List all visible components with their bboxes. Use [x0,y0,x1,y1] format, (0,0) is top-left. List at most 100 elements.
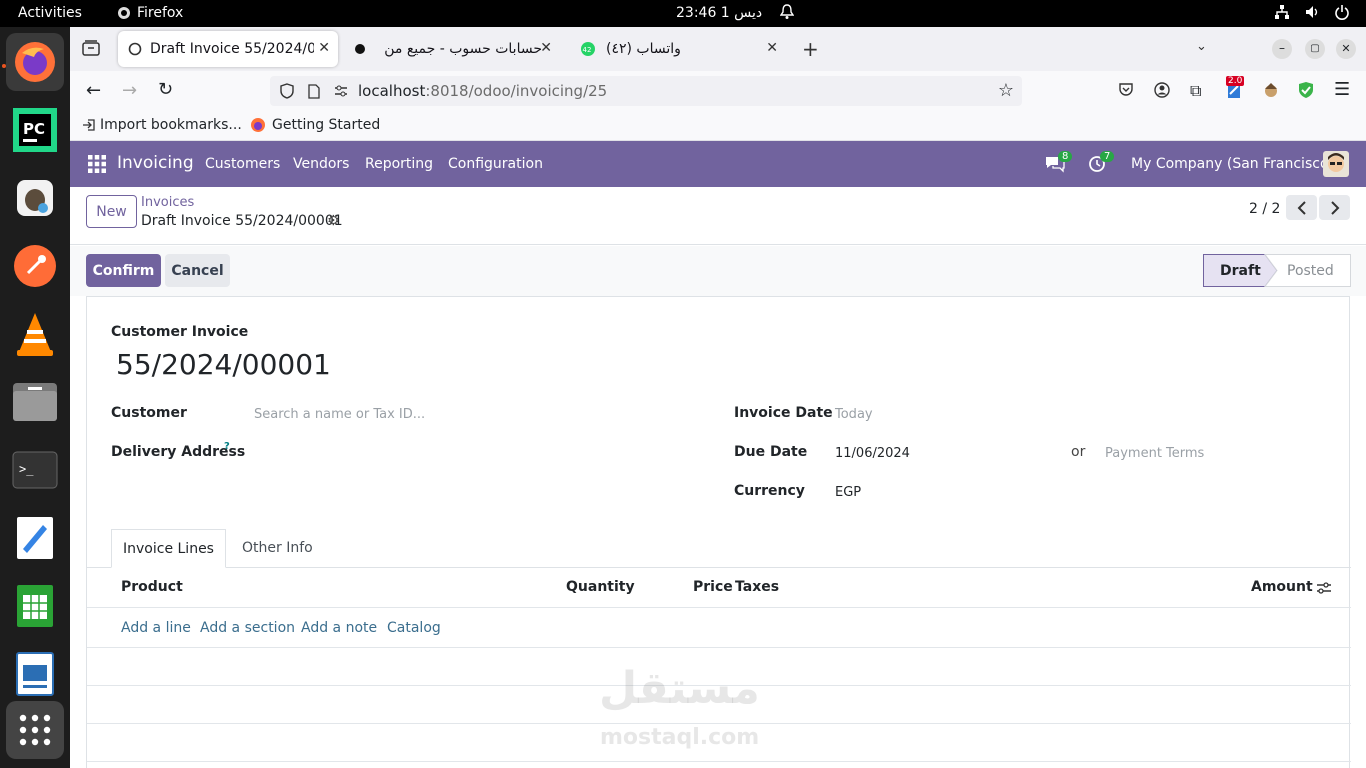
files-icon[interactable] [6,373,64,431]
menu-vendors[interactable]: Vendors [293,156,349,172]
extension-badge: 2.0 [1226,76,1245,86]
extensions-icon[interactable]: ⧉ [1190,81,1201,101]
tab-invoice-lines-label: Invoice Lines [123,540,214,557]
browser-tab-active[interactable]: Draft Invoice 55/2024/00 ✕ [118,31,338,67]
pocket-icon[interactable] [1118,82,1134,102]
browser-tab[interactable]: حسابات حسوب - جميع من ✕ [344,31,560,67]
bookmark-star-icon[interactable]: ☆ [998,80,1014,101]
shield-icon[interactable] [280,83,294,99]
table-row [87,647,1351,648]
menu-customers[interactable]: Customers [205,156,280,172]
close-tab-icon[interactable]: ✕ [318,40,330,56]
invoice-number[interactable]: 55/2024/00001 [116,348,331,381]
company-name[interactable]: My Company (San Francisco) [1131,156,1334,172]
column-product[interactable]: Product [121,579,183,595]
impress-icon[interactable] [6,645,64,703]
system-tray[interactable] [1274,4,1350,20]
add-note-link[interactable]: Add a note [301,620,377,636]
adblock-shield-icon[interactable] [1298,81,1314,103]
or-label: or [1071,444,1086,460]
browser-tab-bar: Draft Invoice 55/2024/00 ✕ حسابات حسوب -… [70,27,1366,71]
tab-overview-icon[interactable] [82,40,100,60]
new-tab-icon[interactable]: + [802,37,819,61]
clock[interactable]: 23:46 ديس 1 [676,5,762,21]
postman-icon[interactable] [6,237,64,295]
column-taxes[interactable]: Taxes [735,579,779,595]
status-posted[interactable]: Posted [1287,263,1334,279]
move-type-label: Customer Invoice [111,324,249,340]
notification-bell-icon[interactable] [779,4,795,24]
tab-invoice-lines[interactable]: Invoice Lines [111,529,226,568]
app-title[interactable]: Invoicing [117,153,194,173]
reload-icon[interactable]: ↻ [158,79,173,100]
cancel-button[interactable]: Cancel [165,254,230,287]
list-tabs-icon[interactable]: ⌄ [1196,39,1207,54]
optional-columns-icon[interactable] [1316,581,1332,599]
column-quantity[interactable]: Quantity [566,579,635,595]
account-icon[interactable] [1154,82,1170,102]
forward-icon[interactable]: → [122,80,137,101]
tab-title: Draft Invoice 55/2024/00 [150,41,314,57]
customer-label: Customer [111,405,187,421]
minimize-icon[interactable]: – [1272,39,1292,59]
user-avatar[interactable] [1323,151,1349,181]
menu-reporting[interactable]: Reporting [365,156,433,172]
whatsapp-icon: 42 [581,42,595,56]
maximize-icon[interactable]: ▢ [1305,39,1325,59]
due-date-label: Due Date [734,444,808,460]
page-icon[interactable] [308,83,320,99]
table-header-divider [87,607,1351,608]
due-date-input[interactable]: 11/06/2024 [835,446,910,461]
add-section-link[interactable]: Add a section [200,620,295,636]
import-bookmarks[interactable]: Import bookmarks... [82,117,242,133]
help-tooltip-icon[interactable]: ? [224,441,230,452]
svg-text:PC: PC [23,120,45,138]
extension-face-icon[interactable] [1262,81,1280,103]
browser-tab[interactable]: 42 واتساب (٤٢) ✕ [570,31,786,67]
firefox-small-icon [118,7,130,19]
invoice-date-input[interactable]: Today [835,407,873,422]
add-line-link[interactable]: Add a line [121,620,191,636]
close-window-icon[interactable]: ✕ [1336,39,1356,59]
customer-input[interactable]: Search a name or Tax ID... [254,407,425,422]
currency-input[interactable]: EGP [835,485,861,500]
column-price[interactable]: Price [693,579,733,595]
breadcrumb-invoices[interactable]: Invoices [141,195,194,210]
column-amount[interactable]: Amount [1251,579,1313,595]
text-editor-icon[interactable] [6,509,64,567]
tab-title: حسابات حسوب - جميع من [384,41,542,57]
watermark-latin: mostaql.com [600,725,760,750]
menu-hamburger-icon[interactable]: ☰ [1334,79,1350,100]
firefox-bookmark-icon [251,118,265,132]
close-tab-icon[interactable]: ✕ [540,40,552,56]
terminal-icon[interactable]: >_ [6,441,64,499]
gimp-icon[interactable] [6,169,64,227]
tab-other-info[interactable]: Other Info [242,540,313,556]
payment-terms-input[interactable]: Payment Terms [1105,446,1204,461]
new-button[interactable]: New [86,195,137,228]
site-permissions-icon[interactable] [334,85,348,97]
getting-started-bookmark[interactable]: Getting Started [250,117,380,133]
status-draft[interactable]: Draft [1220,263,1261,279]
menu-configuration[interactable]: Configuration [448,156,543,172]
odoo-navbar: Invoicing Customers Vendors Reporting Co… [70,141,1366,187]
catalog-link[interactable]: Catalog [387,620,441,636]
pager-next-button[interactable] [1319,195,1350,220]
vlc-icon[interactable] [6,305,64,363]
pycharm-icon[interactable]: PC [6,101,64,159]
gear-icon[interactable]: ⚙ [327,213,340,229]
app-switcher-icon[interactable] [88,155,106,177]
app-menu[interactable]: Firefox [117,5,183,21]
show-apps-icon[interactable] [6,701,64,759]
confirm-button[interactable]: Confirm [86,254,161,287]
back-icon[interactable]: ← [86,80,101,101]
url-bar[interactable]: localhost:8018/odoo/invoicing/25 ☆ [270,76,1022,106]
browser-nav-bar: ← → ↻ localhost:8018/odoo/invoicing/25 ☆… [70,71,1366,111]
activities-button[interactable]: Activities [18,5,82,21]
control-panel: New Invoices Draft Invoice 55/2024/00001… [70,187,1366,245]
pager-previous-button[interactable] [1286,195,1317,220]
close-tab-icon[interactable]: ✕ [766,40,778,56]
firefox-icon[interactable] [6,33,64,91]
pager-value[interactable]: 2 / 2 [1249,201,1280,217]
calc-icon[interactable] [6,577,64,635]
